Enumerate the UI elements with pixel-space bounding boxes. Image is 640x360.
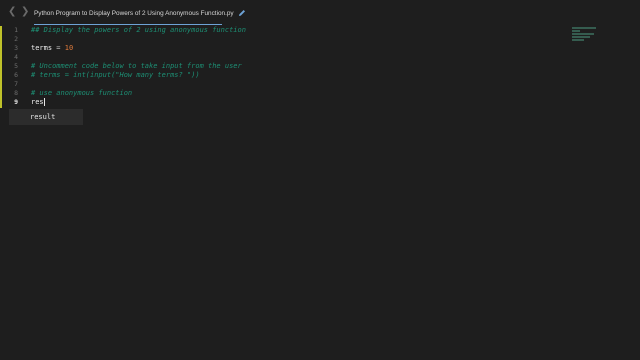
active-tab-indicator [34, 24, 222, 25]
autocomplete-suggestion[interactable]: result [9, 109, 83, 125]
line-number: 4 [14, 53, 18, 61]
code-comment: # use anonymous function [31, 89, 133, 97]
editor-tab[interactable]: Python Program to Display Powers of 2 Us… [34, 4, 246, 22]
line-number: 6 [14, 71, 18, 79]
chevron-right-icon[interactable]: ❯ [21, 6, 29, 18]
active-line-number: 9 [14, 98, 18, 106]
line-number: 5 [14, 62, 18, 70]
operator-token: = [52, 44, 65, 52]
tab-title: Python Program to Display Powers of 2 Us… [34, 9, 234, 17]
pencil-icon[interactable] [238, 9, 246, 17]
code-comment: ## Display the powers of 2 using anonymo… [31, 26, 246, 34]
code-line-5[interactable]: # Uncomment code below to take input fro… [31, 62, 560, 71]
minimap-line [572, 39, 584, 41]
line-number: 1 [14, 26, 18, 34]
variable-token: terms [31, 44, 53, 52]
text-cursor [43, 98, 45, 106]
code-line-4[interactable] [31, 53, 560, 62]
minimap-line [572, 30, 580, 32]
code-line-7[interactable] [31, 80, 560, 89]
line-number: 2 [14, 35, 18, 43]
line-number: 3 [14, 44, 18, 52]
number-token: 10 [64, 44, 74, 52]
line-number: 7 [14, 80, 18, 88]
code-line-1[interactable]: ## Display the powers of 2 using anonymo… [31, 26, 560, 35]
minimap-line [572, 36, 590, 38]
minimap-line [572, 27, 596, 29]
line-number: 8 [14, 89, 18, 97]
code-comment: # Uncomment code below to take input fro… [31, 62, 242, 70]
minimap[interactable] [572, 27, 598, 45]
code-line-3[interactable]: terms = 10 [31, 44, 560, 53]
code-line-9[interactable]: res [31, 98, 560, 107]
chevron-left-icon[interactable]: ❮ [8, 6, 16, 18]
title-bar: ❮ ❯ Python Program to Display Powers of … [0, 0, 640, 25]
code-line-2[interactable] [31, 35, 560, 44]
suggestion-label: result [30, 113, 56, 121]
code-editor[interactable]: ## Display the powers of 2 using anonymo… [31, 26, 560, 107]
code-comment: # terms = int(input("How many terms? ")) [31, 71, 200, 79]
typed-text: res [31, 98, 44, 106]
line-number-gutter: 1 2 3 4 5 6 7 8 9 [0, 26, 22, 107]
minimap-line [572, 33, 594, 35]
code-line-6[interactable]: # terms = int(input("How many terms? ")) [31, 71, 560, 80]
code-line-8[interactable]: # use anonymous function [31, 89, 560, 98]
